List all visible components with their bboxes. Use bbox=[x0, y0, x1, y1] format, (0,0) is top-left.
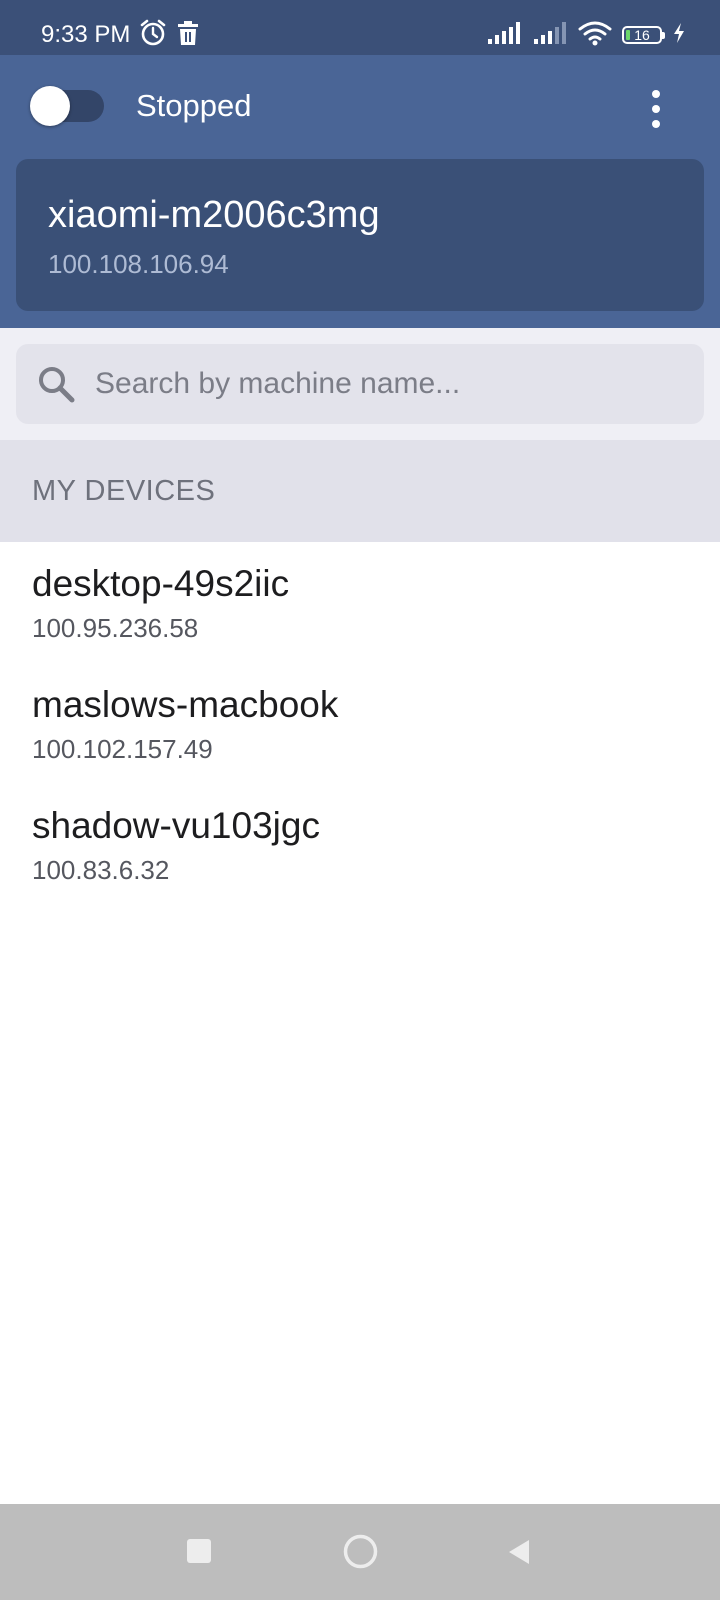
header: Stopped xiaomi-m2006c3mg 100.108.106.94 bbox=[0, 55, 720, 328]
more-vertical-icon bbox=[652, 90, 660, 98]
device-ip: 100.83.6.32 bbox=[32, 855, 170, 885]
vpn-toggle[interactable] bbox=[30, 86, 104, 126]
device-name: shadow-vu103jgc bbox=[32, 805, 320, 846]
battery-level bbox=[626, 30, 630, 40]
alarm-icon bbox=[139, 19, 167, 52]
toggle-knob bbox=[30, 86, 70, 126]
device-ip: 100.95.236.58 bbox=[32, 613, 199, 643]
device-name: desktop-49s2iic bbox=[32, 563, 290, 604]
device-name: maslows-macbook bbox=[32, 684, 339, 725]
more-options-button[interactable] bbox=[636, 79, 676, 139]
current-device-card[interactable]: xiaomi-m2006c3mg 100.108.106.94 bbox=[16, 159, 704, 311]
list-item[interactable]: maslows-macbook 100.102.157.49 bbox=[0, 663, 720, 784]
status-left-icons bbox=[139, 18, 199, 52]
search-box[interactable] bbox=[16, 344, 704, 424]
device-list: desktop-49s2iic 100.95.236.58 maslows-ma… bbox=[0, 542, 720, 905]
connection-status: Stopped bbox=[136, 88, 252, 123]
search-section bbox=[0, 328, 720, 440]
status-right-icons: 16 bbox=[486, 18, 686, 52]
search-icon bbox=[36, 364, 76, 404]
back-icon[interactable] bbox=[507, 1538, 531, 1566]
home-icon[interactable] bbox=[343, 1534, 378, 1569]
battery-icon: 16 bbox=[622, 26, 665, 44]
list-item[interactable]: shadow-vu103jgc 100.83.6.32 bbox=[0, 784, 720, 905]
search-input[interactable] bbox=[95, 358, 685, 410]
list-item[interactable]: desktop-49s2iic 100.95.236.58 bbox=[0, 542, 720, 663]
current-device-ip: 100.108.106.94 bbox=[48, 249, 229, 279]
device-ip: 100.102.157.49 bbox=[32, 734, 213, 764]
wifi-icon bbox=[578, 20, 612, 51]
section-header: MY DEVICES bbox=[0, 440, 720, 542]
trash-icon bbox=[177, 20, 199, 51]
recents-icon[interactable] bbox=[187, 1539, 211, 1563]
signal-icon bbox=[486, 21, 522, 50]
signal-icon bbox=[532, 21, 568, 50]
battery-percent: 16 bbox=[634, 27, 650, 43]
section-title: MY DEVICES bbox=[32, 475, 216, 507]
current-device-name: xiaomi-m2006c3mg bbox=[48, 194, 380, 236]
status-bar: 9:33 PM 16 bbox=[0, 0, 720, 55]
charging-icon bbox=[672, 22, 686, 49]
nav-bar bbox=[0, 1504, 720, 1600]
status-time: 9:33 PM bbox=[41, 21, 131, 48]
